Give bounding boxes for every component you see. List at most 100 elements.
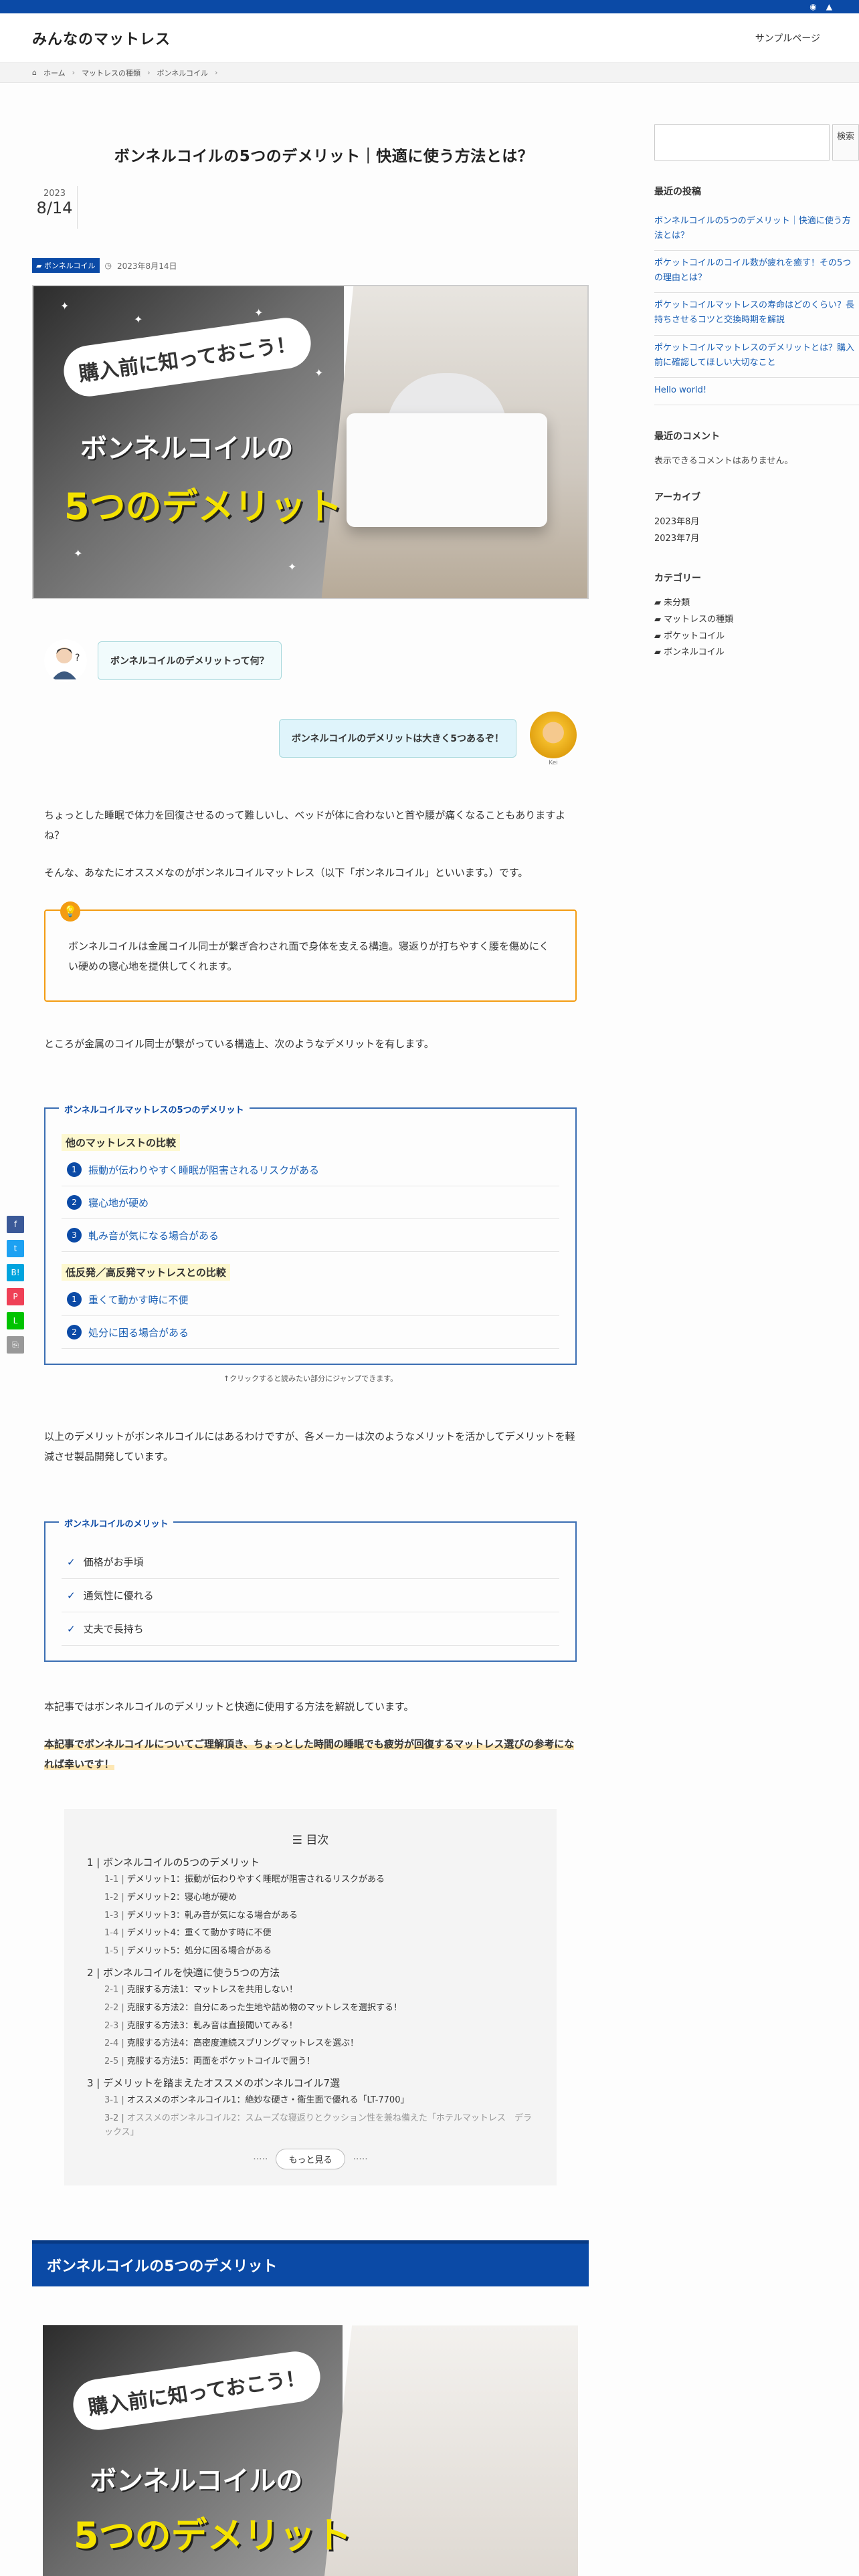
toc-subitem-label[interactable]: デメリット3：軋み音が気になる場合がある [127,1911,298,1921]
sidebar: 検索 最近の投稿 ボンネルコイルの5つのデメリット｜快適に使う方法とは？ ポケッ… [654,124,859,2576]
main-content: ボンネルコイルの5つのデメリット｜快適に使う方法とは？ 2023 8/14 ▰ … [32,124,589,2576]
rss-icon[interactable]: ◉ [809,2,816,11]
list-icon: ☰ [292,1834,306,1847]
toc-subitem[interactable]: 2-3 | 克服する方法3：軋み音は直接聞いてみる！ [104,2020,534,2034]
toc-subitem[interactable]: 3-2 | オススメのボンネルコイル2：スムーズな寝返りとクッション性を兼ね備えた… [104,2112,534,2140]
paragraph-intro-2: そんな、あなたにオススメなのがボンネルコイルマットレス（以下「ボンネルコイル」と… [44,867,529,879]
toc-subitem-label[interactable]: 克服する方法3：軋み音は直接聞いてみる！ [127,2021,298,2031]
toc-subitem-number: 3-1 | [104,2095,124,2105]
share-buttons: f t B! P L ⎘ [7,1216,24,1354]
sparkle-icon: ✦ [314,366,324,379]
category-link-label[interactable]: マットレスの種類 [664,615,733,625]
toc-subitem[interactable]: 1-2 | デメリット2：寝心地が硬め [104,1891,534,1905]
line-icon[interactable]: L [7,1312,24,1329]
recent-post-link[interactable]: ポケットコイルマットレスの寿命はどのくらい？長持ちさせるコツと交換時期を解説 [654,293,859,336]
pocket-icon[interactable]: P [7,1288,24,1305]
toc-subitem[interactable]: 3-1 | オススメのボンネルコイル1：絶妙な硬さ・衛生面で優れる「LT-7700… [104,2094,534,2108]
search-button[interactable]: 検索 [832,124,859,160]
toc-subitem-label[interactable]: デメリット1：振動が伝わりやすく睡眠が阻害されるリスクがある [127,1874,385,1885]
highlight-text: 本記事でボンネルコイルについてご理解頂き、ちょっとした時間の睡眠でも疲労が回復す… [44,1738,575,1770]
toc-subitem-number: 3-2 | [104,2113,124,2123]
copy-icon[interactable]: ⎘ [7,1336,24,1354]
dash-line: ····· [353,2153,368,2165]
paragraph-intro-4: 以上のデメリットがボンネルコイルにはあるわけですが、各メーカーは次のようなメリッ… [44,1430,575,1463]
category-link-label[interactable]: ボンネルコイル [664,647,724,657]
toc-subitem-label[interactable]: デメリット4：重くて動かす時に不便 [127,1928,272,1938]
sparkle-icon: ✦ [288,560,297,573]
demerit-item[interactable]: 2 寝心地が硬め [62,1186,559,1219]
demerit-item-label[interactable]: 処分に困る場合がある [88,1325,189,1339]
avatar-name: Kei [549,760,558,766]
site-title[interactable]: みんなのマットレス [32,27,171,49]
folder-icon: ▰ [654,631,664,641]
toc-subitem-number: 2-3 | [104,2020,124,2031]
toc-subitem[interactable]: 1-1 | デメリット1：振動が伝わりやすく睡眠が阻害されるリスクがある [104,1873,534,1887]
toc-subitem-label[interactable]: 克服する方法5：両面をポケットコイルで囲う！ [127,2056,315,2066]
toc-subitem[interactable]: 1-5 | デメリット5：処分に困る場合がある [104,1945,534,1959]
demerit-item-label[interactable]: 軋み音が気になる場合がある [88,1228,219,1243]
archive-link[interactable]: 2023年7月 [654,531,859,548]
toc-item[interactable]: 2 | ボンネルコイルを快適に使う5つの方法 [87,1965,534,1979]
toc-subitem[interactable]: 2-5 | 克服する方法5：両面をポケットコイルで囲う！ [104,2055,534,2069]
section-image-line1: ボンネルコイルの [90,2466,303,2497]
category-link[interactable]: ▰ ボンネルコイル [654,645,859,661]
toc-subitem-label[interactable]: 克服する方法4：高密度連続スプリングマットレスを選ぶ！ [127,2038,359,2048]
category-link[interactable]: ▰ 未分類 [654,595,859,612]
toc-subitem[interactable]: 2-1 | 克服する方法1：マットレスを共用しない！ [104,1983,534,1998]
toc-subitem[interactable]: 2-2 | 克服する方法2：自分にあった生地や詰め物のマットレスを選択する！ [104,2002,534,2016]
demerit-item[interactable]: 3 軋み音が気になる場合がある [62,1219,559,1252]
demerit-item-label[interactable]: 寝心地が硬め [88,1196,149,1210]
chevron-right-icon: › [72,68,76,77]
facebook-icon[interactable]: f [7,1216,24,1233]
recent-post-link[interactable]: ボンネルコイルの5つのデメリット｜快適に使う方法とは？ [654,209,859,251]
toc-subitem-label[interactable]: 克服する方法2：自分にあった生地や詰め物のマットレスを選択する！ [127,2003,402,2013]
search-input[interactable] [654,124,830,160]
toc-subitem-label[interactable]: オススメのボンネルコイル2：スムーズな寝返りとクッション性を兼ね備えた「ホテルマ… [104,2113,532,2137]
demerit-item-label[interactable]: 振動が伝わりやすく睡眠が阻害されるリスクがある [88,1163,319,1177]
archive-link[interactable]: 2023年8月 [654,514,859,531]
recent-post-link[interactable]: ポケットコイルマットレスのデメリットとは？購入前に確認してほしい大切なこと [654,336,859,378]
category-link[interactable]: ▰ ポケットコイル [654,629,859,645]
note-box: 💡 ボンネルコイルは金属コイル同士が繋ぎ合わされ面で身体を支える構造。寝返りが打… [44,901,577,1002]
date-year: 2023 [43,189,66,199]
merit-item-label: 丈夫で長持ち [83,1623,144,1635]
demerit-item[interactable]: 1 重くて動かす時に不便 [62,1283,559,1316]
nav-sample-page[interactable]: サンプルページ [755,31,820,45]
category-badge[interactable]: ▰ ボンネルコイル [32,258,100,273]
toc-item[interactable]: 1 | ボンネルコイルの5つのデメリット [87,1855,534,1869]
recent-post-link[interactable]: ポケットコイルのコイル数が疲れを癒す！その5つの理由とは？ [654,251,859,294]
eyecatch-line2: 5つのデメリット [64,486,343,528]
hatena-icon[interactable]: B! [7,1264,24,1281]
breadcrumb-cat2[interactable]: ボンネルコイル [157,68,208,78]
category-link-label[interactable]: 未分類 [664,598,690,608]
breadcrumb-home[interactable]: ホーム [43,68,66,78]
category-link[interactable]: ▰ マットレスの種類 [654,612,859,629]
toc-subitem-label[interactable]: デメリット5：処分に困る場合がある [127,1946,272,1956]
feedly-icon[interactable]: ▲ [826,2,832,11]
merit-item: ✓ 通気性に優れる [62,1579,559,1612]
merit-item: ✓ 丈夫で長持ち [62,1612,559,1646]
toc-subitem[interactable]: 1-3 | デメリット3：軋み音が気になる場合がある [104,1909,534,1923]
published-date: 2023年8月14日 [117,261,177,271]
category-link-label[interactable]: ポケットコイル [664,631,725,641]
toc-subitem-label[interactable]: デメリット2：寝心地が硬め [127,1893,237,1903]
toc-subitem[interactable]: 1-4 | デメリット4：重くて動かす時に不便 [104,1927,534,1941]
table-of-contents: ☰ 目次 1 | ボンネルコイルの5つのデメリット 1-1 | デメリット1：振動が… [64,1809,557,2186]
toc-subitem-label[interactable]: 克服する方法1：マットレスを共用しない！ [127,1985,298,1995]
toc-subitem-label[interactable]: オススメのボンネルコイル1：絶妙な硬さ・衛生面で優れる「LT-7700」 [127,2095,409,2105]
breadcrumb-cat1[interactable]: マットレスの種類 [82,68,140,78]
toc-subitem[interactable]: 2-4 | 克服する方法4：高密度連続スプリングマットレスを選ぶ！ [104,2037,534,2051]
demerit-item-label[interactable]: 重くて動かす時に不便 [88,1293,189,1307]
toc-title-label: 目次 [306,1834,329,1847]
toc-item[interactable]: 3 | デメリットを踏まえたオススメのボンネルコイル7選 [87,2076,534,2090]
toc-subitem-number: 2-4 | [104,2038,124,2049]
show-more-button[interactable]: もっと見る [276,2149,345,2170]
twitter-icon[interactable]: t [7,1240,24,1257]
recent-post-link[interactable]: Hello world! [654,378,859,405]
search-widget: 検索 [654,124,859,160]
demerit-item[interactable]: 2 処分に困る場合がある [62,1316,559,1349]
demerit-item[interactable]: 1 振動が伝わりやすく睡眠が阻害されるリスクがある [62,1154,559,1186]
answer-avatar: Kei [529,710,578,766]
toc-subitem-number: 2-5 | [104,2056,124,2067]
svg-text:?: ? [75,653,80,663]
